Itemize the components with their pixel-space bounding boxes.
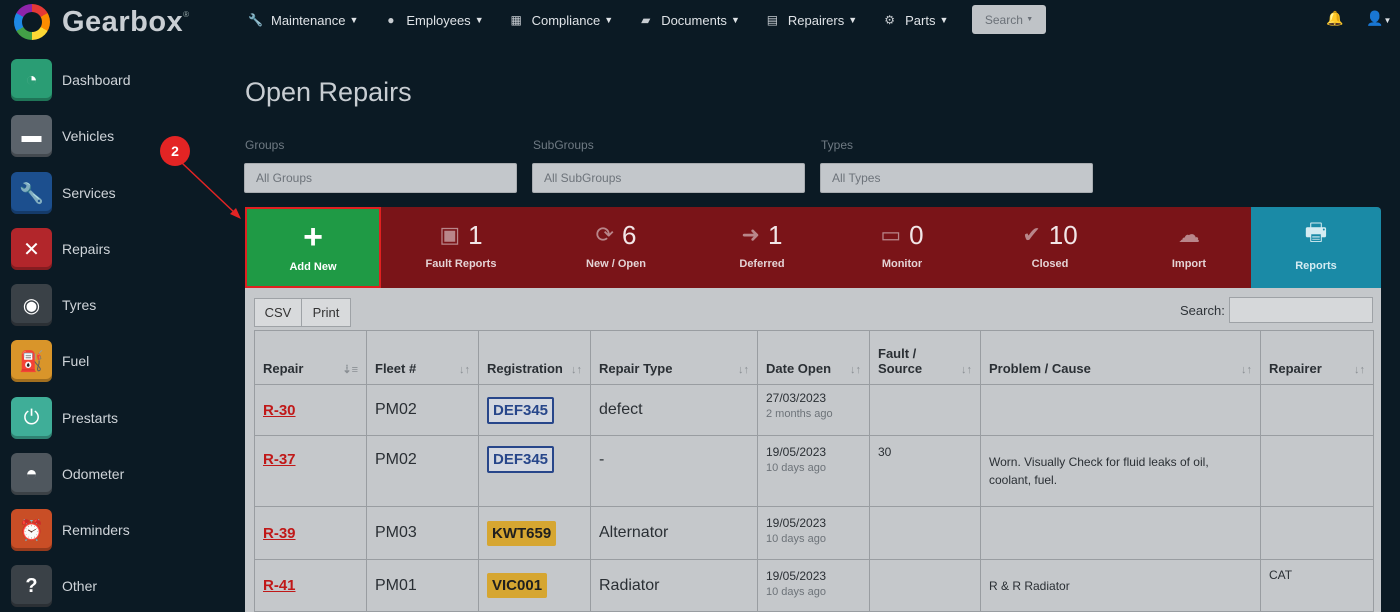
annotation-arrow: [181, 162, 241, 219]
step-badge: 2: [160, 136, 190, 166]
